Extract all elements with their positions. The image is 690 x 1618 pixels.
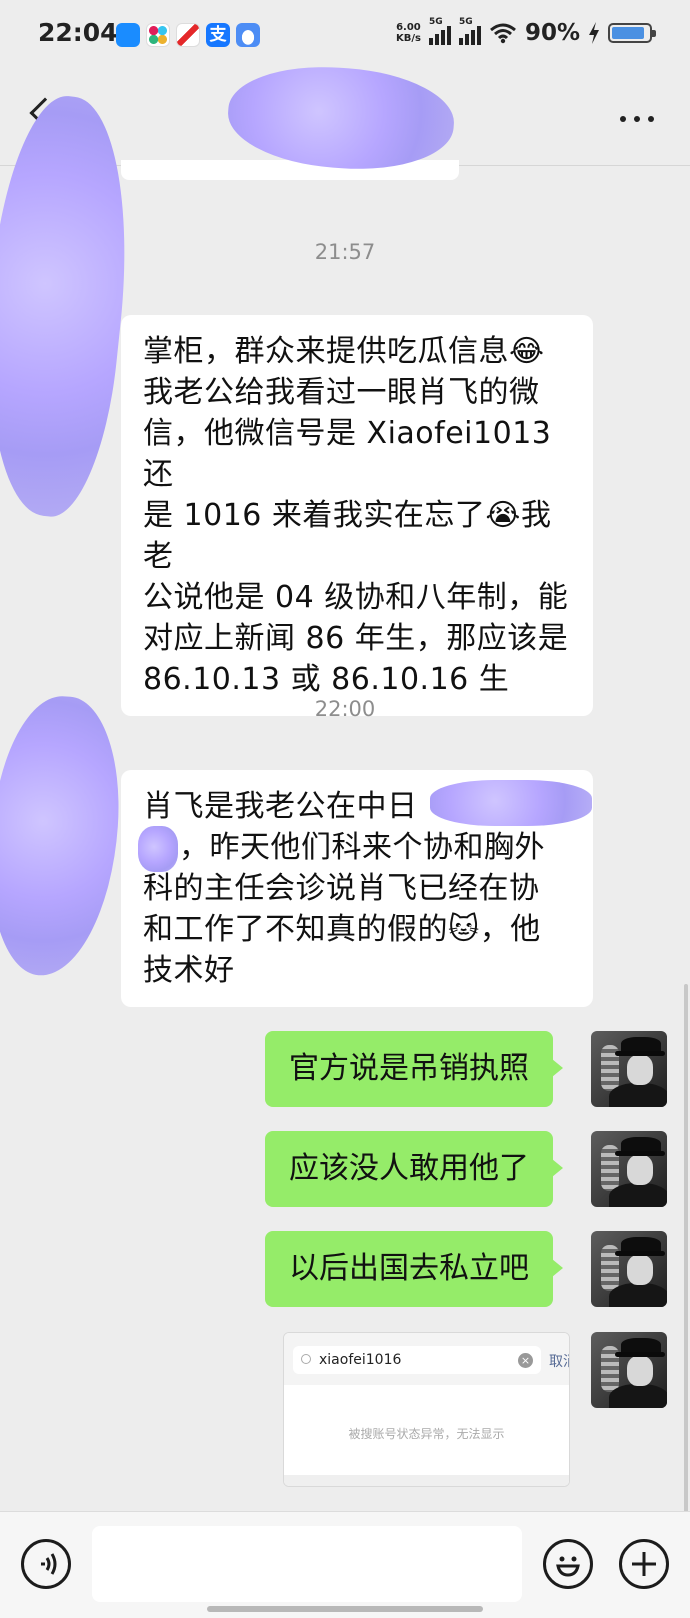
redaction-blob <box>0 691 127 981</box>
redaction-blob <box>430 780 592 826</box>
emoji-icon[interactable] <box>543 1539 593 1589</box>
message-line: 86.10.13 或 86.10.16 生 <box>143 662 510 697</box>
message-line-text: ，昨天他们科来个协和胸外 <box>179 830 545 865</box>
incoming-message-bubble[interactable]: 掌柜，群众来提供吃瓜信息😂 我老公给我看过一眼肖飞的微 信，他微信号是 Xiao… <box>121 315 593 716</box>
status-bar: 22:04 支 6.00 KB/s 5G 5G 90% <box>0 0 690 72</box>
image-cancel-label: 取消 <box>549 1354 569 1370</box>
avatar[interactable] <box>591 1231 667 1307</box>
battery-fill <box>612 27 645 39</box>
timestamp: 22:00 <box>314 697 376 721</box>
ele-me-icon <box>116 23 140 47</box>
image-body: 被搜账号状态异常，无法显示 <box>284 1385 569 1475</box>
avatar[interactable] <box>591 1332 667 1408</box>
net-speed-value: 6.00 <box>396 22 421 33</box>
message-line: 科的主任会诊说肖飞已经在协 <box>143 871 540 906</box>
outgoing-message-bubble[interactable]: 官方说是吊销执照 <box>265 1031 563 1107</box>
net-speed: 6.00 KB/s <box>396 22 421 44</box>
image-search-value: xiaofei1016 <box>319 1352 402 1368</box>
clear-icon: × <box>518 1353 533 1368</box>
outgoing-message-bubble[interactable]: 应该没人敢用他了 <box>265 1131 563 1207</box>
message-line: 技术好 <box>143 953 235 988</box>
image-footer <box>284 1475 569 1486</box>
signal-1-icon: 5G <box>428 17 451 45</box>
status-indicators: 6.00 KB/s 5G 5G 90% <box>396 17 656 46</box>
image-notice: 被搜账号状态异常，无法显示 <box>348 1427 505 1441</box>
plus-icon[interactable] <box>619 1539 669 1589</box>
message-line: 信，他微信号是 Xiaofei1013 还 <box>143 416 552 492</box>
wifi-icon <box>489 23 516 44</box>
redaction-blob <box>138 826 178 872</box>
image-search-field: xiaofei1016 × <box>293 1346 541 1374</box>
outgoing-message-bubble[interactable]: 以后出国去私立吧 <box>265 1231 563 1307</box>
battery-icon <box>608 23 656 43</box>
message-line: 和工作了不知真的假的🐱，他 <box>143 912 541 947</box>
alipay-icon: 支 <box>206 23 230 47</box>
notification-icons: 支 <box>116 23 260 47</box>
message-line: 对应上新闻 86 年生，那应该是 <box>143 621 569 656</box>
charging-icon <box>589 22 599 44</box>
avatar[interactable] <box>591 1031 667 1107</box>
mail-icon <box>176 23 200 47</box>
signal-2-label: 5G <box>458 17 473 27</box>
weather-icon <box>236 23 260 47</box>
message-line: ，昨天他们科来个协和胸外 <box>143 827 571 868</box>
input-bar <box>0 1511 690 1618</box>
avatar[interactable] <box>591 1131 667 1207</box>
message-line: 我老公给我看过一眼肖飞的微 <box>143 375 540 410</box>
signal-2-icon: 5G <box>458 17 481 45</box>
slack-icon <box>146 23 170 47</box>
search-icon <box>301 1354 311 1364</box>
image-search-bar: xiaofei1016 × 取消 <box>284 1333 569 1385</box>
battery-percent: 90% <box>524 20 580 46</box>
voice-icon[interactable] <box>21 1539 71 1589</box>
message-input[interactable] <box>92 1526 522 1602</box>
message-line: 公说他是 04 级协和八年制，能 <box>143 580 569 615</box>
scrollbar[interactable] <box>684 984 688 1514</box>
more-dots-icon[interactable] <box>620 116 654 122</box>
image-message[interactable]: xiaofei1016 × 取消 被搜账号状态异常，无法显示 <box>283 1332 570 1487</box>
net-speed-unit: KB/s <box>395 33 421 44</box>
status-time: 22:04 <box>38 18 118 47</box>
message-line: 掌柜，群众来提供吃瓜信息😂 <box>143 334 545 369</box>
message-line: 是 1016 来着我实在忘了😭我老 <box>143 498 552 574</box>
home-indicator[interactable] <box>207 1606 483 1612</box>
signal-1-label: 5G <box>428 17 443 27</box>
